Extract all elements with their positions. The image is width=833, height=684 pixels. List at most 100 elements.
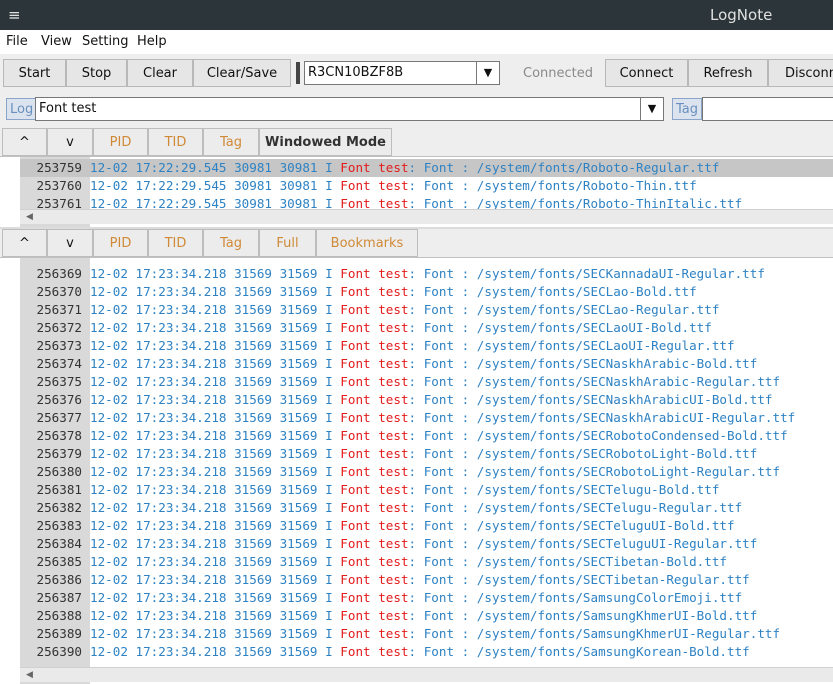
tag-filter-toggle[interactable]: Tag [672, 98, 703, 120]
line-number: 256379 [36, 446, 83, 461]
log-line[interactable]: 256378 12-02 17:23:34.218 31569 31569 I F… [20, 427, 833, 445]
pid-value: 31569 [234, 266, 272, 281]
log-message: : Font : /system/fonts/SECLao-Regular.tt… [408, 302, 720, 317]
device-select-value: R3CN10BZF8B [308, 65, 404, 80]
timestamp: 12-02 17:23:34.218 [90, 626, 227, 641]
log-line[interactable]: 256379 12-02 17:23:34.218 31569 31569 I F… [20, 445, 833, 463]
log-message: : Font : /system/fonts/SECNaskhArabicUI-… [408, 392, 773, 407]
menu-setting[interactable]: Setting [82, 34, 129, 49]
tid-value: 31569 [279, 410, 318, 425]
log-line[interactable]: 256371 12-02 17:23:34.218 31569 31569 I F… [20, 301, 833, 319]
tid-value: 31569 [279, 284, 318, 299]
pid-value: 30981 [234, 160, 272, 175]
line-number: 256380 [36, 464, 83, 479]
refresh-button[interactable]: Refresh [688, 59, 768, 87]
chevron-down-icon[interactable]: ▼ [476, 62, 499, 84]
device-select[interactable]: R3CN10BZF8B ▼ [304, 61, 500, 85]
log-level: I [325, 178, 333, 193]
log-line[interactable]: 253759 12-02 17:22:29.545 30981 30981 I F… [20, 159, 833, 177]
scroll-left-icon[interactable]: ◀ [26, 668, 33, 682]
scroll-down-button[interactable]: v [47, 229, 93, 257]
log-line[interactable]: 256372 12-02 17:23:34.218 31569 31569 I F… [20, 319, 833, 337]
log-level: I [325, 644, 333, 659]
log-line[interactable]: 256383 12-02 17:23:34.218 31569 31569 I F… [20, 517, 833, 535]
log-line[interactable]: 256389 12-02 17:23:34.218 31569 31569 I F… [20, 625, 833, 643]
log-level: I [325, 554, 333, 569]
log-level: I [325, 410, 333, 425]
log-tag: Font test [340, 338, 409, 353]
line-number: 253760 [36, 178, 83, 193]
log-level: I [325, 464, 333, 479]
menu-help[interactable]: Help [137, 34, 167, 49]
log-filter-input[interactable]: Font test ▼ [35, 97, 664, 121]
log-line[interactable]: 256374 12-02 17:23:34.218 31569 31569 I F… [20, 355, 833, 373]
log-line[interactable]: 256377 12-02 17:23:34.218 31569 31569 I F… [20, 409, 833, 427]
scroll-down-button[interactable]: v [47, 128, 93, 156]
tag-filter-input[interactable] [702, 97, 833, 121]
menu-view[interactable]: View [41, 34, 72, 49]
log-message: : Font : /system/fonts/SECTeluguUI-Bold.… [408, 518, 735, 533]
log-line[interactable]: 256386 12-02 17:23:34.218 31569 31569 I F… [20, 571, 833, 589]
tid-toggle[interactable]: TID [148, 128, 203, 156]
log-tag: Font test [340, 590, 409, 605]
toolbar-separator [296, 62, 300, 84]
pid-value: 30981 [234, 178, 272, 193]
log-line[interactable]: 256376 12-02 17:23:34.218 31569 31569 I F… [20, 391, 833, 409]
chevron-down-icon[interactable]: ▼ [640, 98, 663, 120]
tag-toggle[interactable]: Tag [203, 229, 259, 257]
log-filter-toggle[interactable]: Log [6, 98, 38, 120]
bookmark-column[interactable] [0, 157, 21, 227]
pid-value: 31569 [234, 338, 272, 353]
timestamp: 12-02 17:23:34.218 [90, 356, 227, 371]
menu-file[interactable]: File [6, 34, 28, 49]
log-line[interactable]: 256375 12-02 17:23:34.218 31569 31569 I F… [20, 373, 833, 391]
horizontal-scrollbar[interactable]: ◀ [20, 667, 833, 682]
pid-toggle[interactable]: PID [93, 229, 148, 257]
log-message: : Font : /system/fonts/SECNaskhArabicUI-… [408, 410, 796, 425]
hamburger-menu-icon[interactable]: ≡ [8, 6, 21, 24]
tid-toggle[interactable]: TID [148, 229, 203, 257]
tid-value: 31569 [279, 644, 318, 659]
full-toggle[interactable]: Full [259, 229, 316, 257]
log-line[interactable]: 256380 12-02 17:23:34.218 31569 31569 I F… [20, 463, 833, 481]
tid-value: 30981 [279, 178, 318, 193]
line-number: 256384 [36, 536, 83, 551]
start-button[interactable]: Start [3, 59, 66, 87]
tid-value: 31569 [279, 320, 318, 335]
connect-button[interactable]: Connect [605, 59, 688, 87]
disconnect-button[interactable]: Disconn [768, 59, 833, 87]
clear-button[interactable]: Clear [127, 59, 193, 87]
log-line[interactable]: 253760 12-02 17:22:29.545 30981 30981 I F… [20, 177, 833, 195]
log-line[interactable]: 256373 12-02 17:23:34.218 31569 31569 I F… [20, 337, 833, 355]
stop-button[interactable]: Stop [66, 59, 127, 87]
scroll-left-icon[interactable]: ◀ [26, 210, 33, 224]
log-line[interactable]: 256390 12-02 17:23:34.218 31569 31569 I F… [20, 643, 833, 661]
scroll-up-button[interactable]: ^ [2, 229, 47, 257]
horizontal-scrollbar[interactable]: ◀ [20, 209, 833, 224]
log-tag: Font test [340, 500, 409, 515]
pid-value: 31569 [234, 302, 272, 317]
pid-toggle[interactable]: PID [93, 128, 148, 156]
log-line[interactable]: 256381 12-02 17:23:34.218 31569 31569 I F… [20, 481, 833, 499]
log-line[interactable]: 256369 12-02 17:23:34.218 31569 31569 I F… [20, 265, 833, 283]
tag-toggle[interactable]: Tag [203, 128, 259, 156]
log-line[interactable]: 256382 12-02 17:23:34.218 31569 31569 I F… [20, 499, 833, 517]
log-line[interactable]: 256388 12-02 17:23:34.218 31569 31569 I F… [20, 607, 833, 625]
tid-value: 31569 [279, 266, 318, 281]
bookmark-column[interactable] [0, 258, 21, 684]
timestamp: 12-02 17:23:34.218 [90, 608, 227, 623]
line-number: 256375 [36, 374, 83, 389]
log-line[interactable]: 256370 12-02 17:23:34.218 31569 31569 I F… [20, 283, 833, 301]
windowed-mode-toggle[interactable]: Windowed Mode [259, 128, 392, 156]
log-line[interactable]: 256385 12-02 17:23:34.218 31569 31569 I F… [20, 553, 833, 571]
log-line[interactable]: 256387 12-02 17:23:34.218 31569 31569 I F… [20, 589, 833, 607]
pid-value: 31569 [234, 572, 272, 587]
log-line[interactable]: 256384 12-02 17:23:34.218 31569 31569 I F… [20, 535, 833, 553]
scroll-up-button[interactable]: ^ [2, 128, 47, 156]
tid-value: 31569 [279, 464, 318, 479]
pid-value: 31569 [234, 374, 272, 389]
log-tag: Font test [340, 284, 409, 299]
clear-save-button[interactable]: Clear/Save [193, 59, 291, 87]
log-message: : Font : /system/fonts/SECTelugu-Regular… [408, 500, 743, 515]
bookmarks-toggle[interactable]: Bookmarks [316, 229, 418, 257]
